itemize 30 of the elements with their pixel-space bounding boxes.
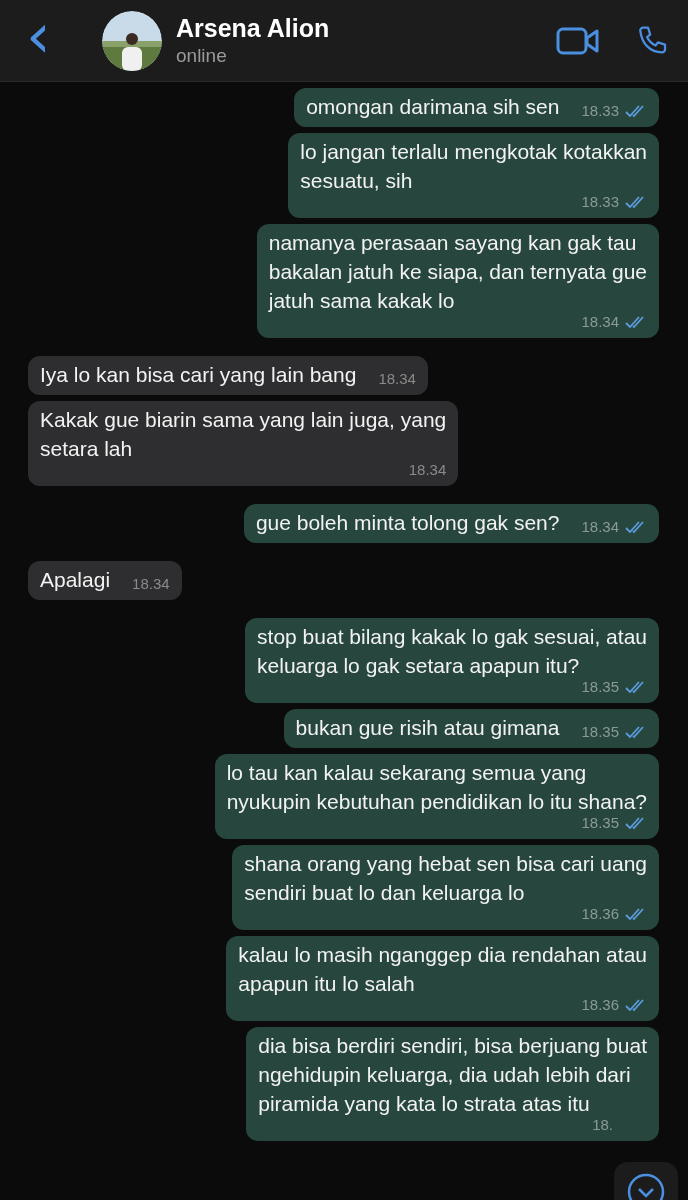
message-text: stop buat bilang kakak lo gak sesuai, atau keluarga lo gak setara apapun itu?: [257, 624, 647, 679]
message-time: 18.34: [581, 312, 619, 332]
contact-name: Arsena Alion: [176, 14, 331, 43]
message-time: 18.36: [581, 995, 619, 1015]
contact-status: online: [176, 45, 228, 67]
message-time: 18.36: [581, 904, 619, 924]
message-text: kalau lo masih nganggep dia rendahan atau apapun itu lo salah: [238, 942, 647, 997]
message-text: namanya perasaan sayang kan gak tau bakalan jatuh ke siapa, dan ternyata gue jatuh sama kakak lo: [268, 230, 647, 314]
message-time: 18.35: [581, 722, 619, 742]
message-time: 18.: [592, 1115, 613, 1135]
message-text: Iya lo kan bisa cari yang lain bang: [40, 362, 357, 388]
message-text: bukan gue risih atau gimana: [295, 715, 560, 741]
message-time: 18.33: [581, 101, 619, 121]
message-text: Kakak gue biarin sama yang lain juga, yang setara lah: [40, 407, 447, 462]
message-time: 18.35: [581, 677, 619, 697]
back-button[interactable]: ‹: [18, 4, 88, 67]
message-text: lo tau kan kalau sekarang semua yang nyukupin kebutuhan pendidikan lo itu shana?: [226, 760, 647, 815]
message-time: 18.33: [581, 192, 619, 212]
message-time: 18.34: [408, 460, 447, 480]
message-text: lo jangan terlalu mengkotak kotakkan sesuatu, sih: [300, 139, 647, 194]
message-text: dia bisa berdiri sendiri, bisa berjuang buat ngehidupin keluarga, dia udah lebih dari piramida yang kata lo strata atas itu: [258, 1033, 647, 1117]
message-text: Apalagi: [40, 567, 111, 593]
message-time: 18.34: [132, 574, 170, 594]
message-text: gue boleh minta tolong gak sen?: [255, 510, 560, 536]
message-text: omongan darimana sih sen: [306, 94, 560, 120]
message-text: shana orang yang hebat sen bisa cari uang sendiri buat lo dan keluarga lo: [244, 851, 647, 906]
message-time: 18.34: [581, 517, 619, 537]
message-time: 18.34: [378, 369, 416, 389]
message-time: 18.35: [581, 813, 619, 833]
video-call-icon[interactable]: [556, 25, 600, 56]
